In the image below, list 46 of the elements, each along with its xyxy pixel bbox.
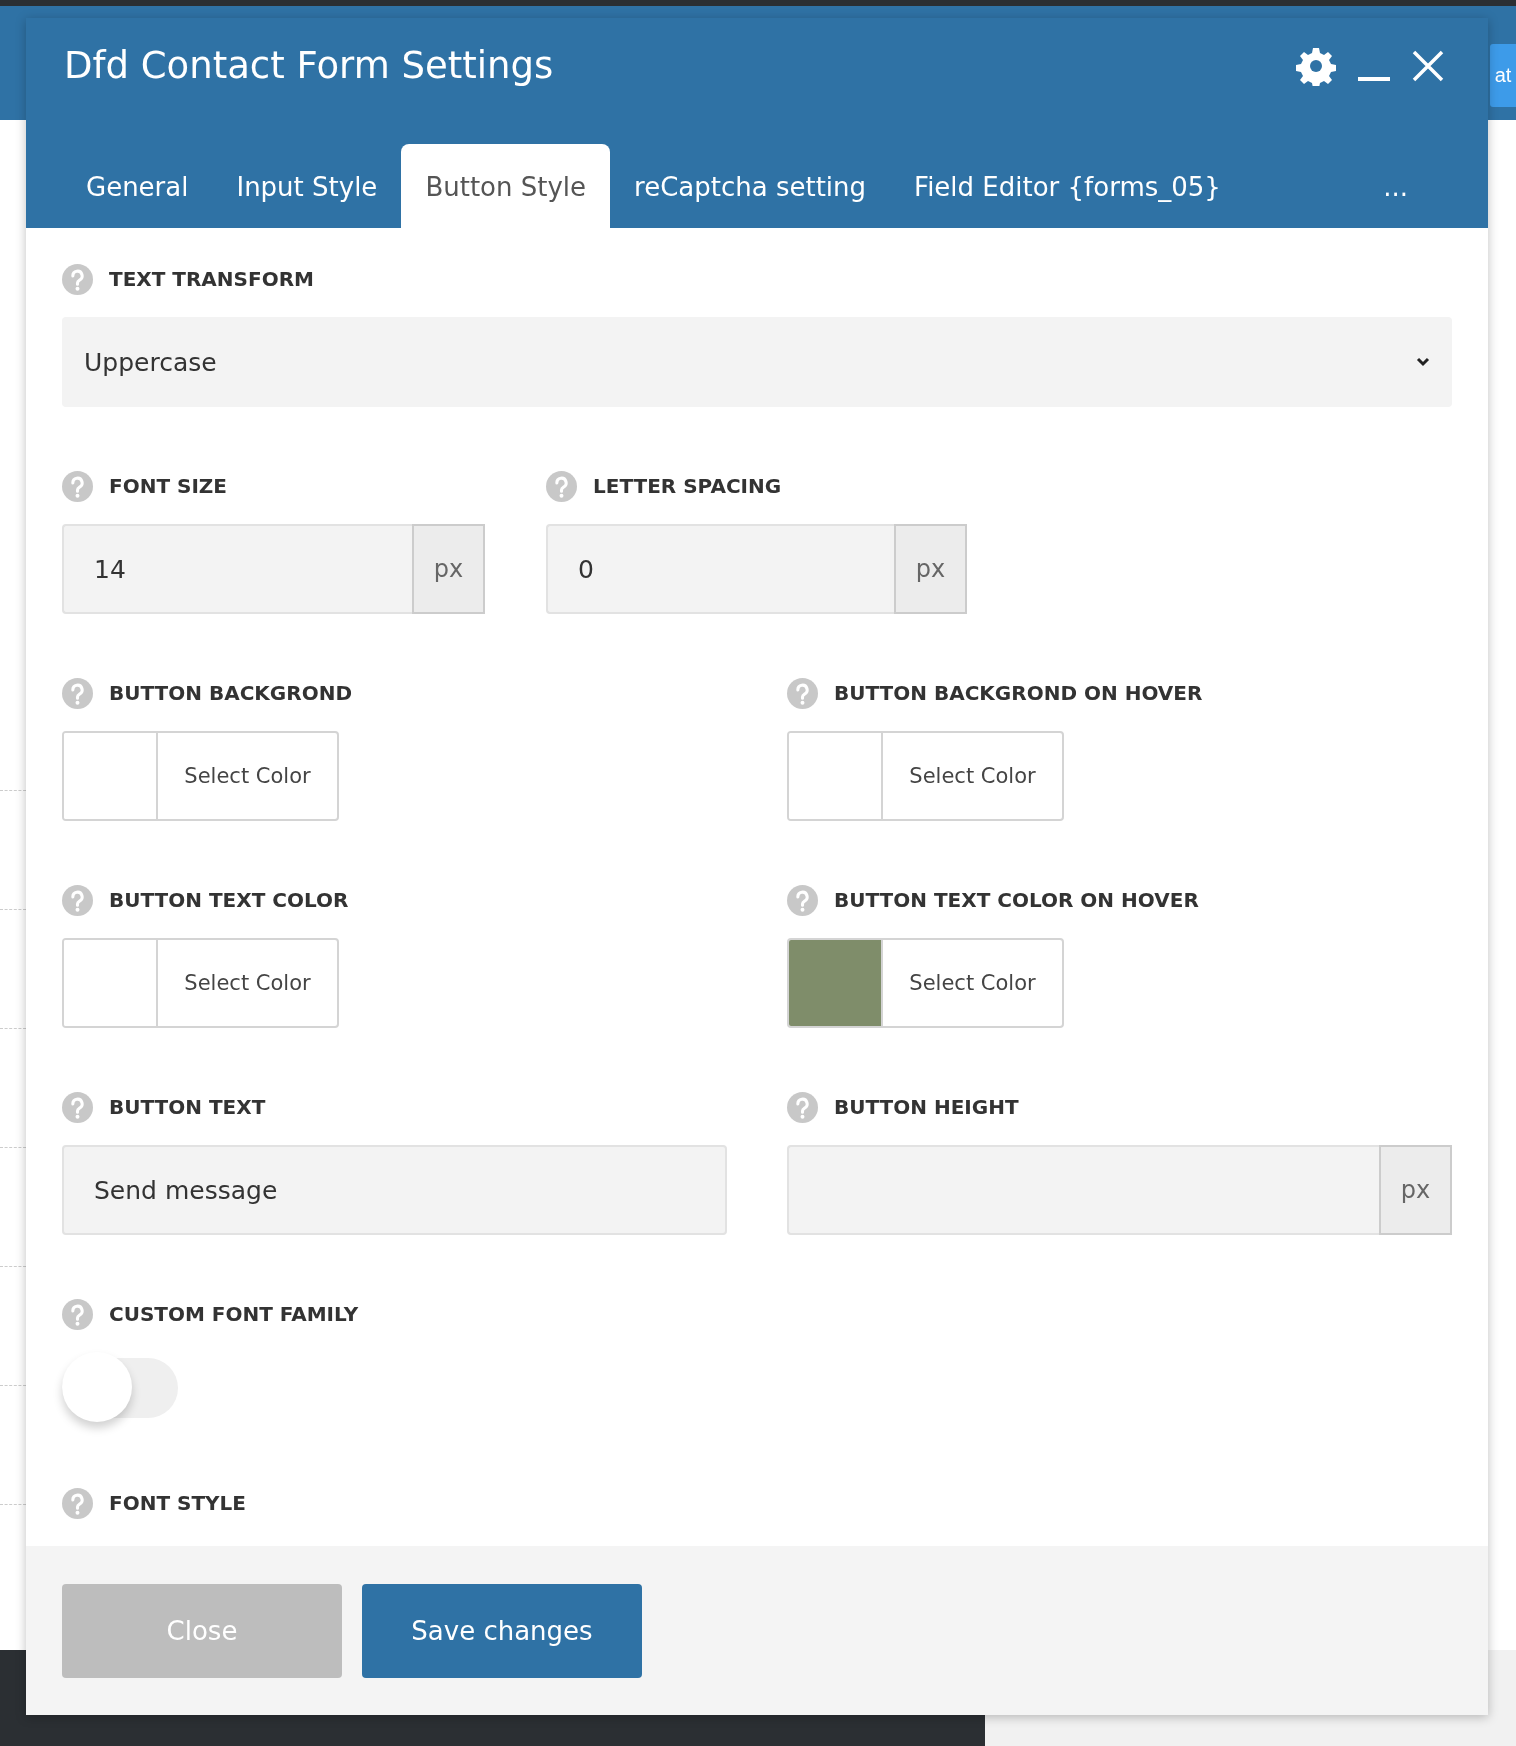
- window-title: Dfd Contact Form Settings: [64, 44, 554, 87]
- input-field[interactable]: 0: [546, 524, 894, 614]
- tab[interactable]: Button Style: [401, 144, 611, 228]
- help-icon: [62, 263, 93, 295]
- field-label: LETTER SPACING: [593, 474, 782, 498]
- field-label: TEXT TRANSFORM: [109, 267, 314, 291]
- help-icon: [62, 1091, 93, 1123]
- help-icon: [787, 1091, 818, 1123]
- help-icon: [62, 884, 93, 916]
- more-tab[interactable]: ...: [1359, 148, 1432, 228]
- toggle-switch[interactable]: [62, 1352, 178, 1424]
- color-picker[interactable]: Select Color: [62, 938, 339, 1028]
- input-field[interactable]: Send message: [62, 1145, 727, 1235]
- field-label: FONT SIZE: [109, 474, 228, 498]
- help-icon: [787, 677, 818, 709]
- tab[interactable]: General: [62, 148, 213, 228]
- tab[interactable]: reCaptcha setting: [610, 148, 891, 228]
- field-label: BUTTON BACKGROND ON HOVER: [834, 681, 1203, 705]
- field-label: BUTTON TEXT: [109, 1095, 266, 1119]
- color-picker[interactable]: Select Color: [62, 731, 339, 821]
- help-icon: [62, 1487, 93, 1519]
- settings-icon[interactable]: [1296, 45, 1336, 86]
- unit-label: px: [412, 524, 485, 614]
- field-label: BUTTON TEXT COLOR ON HOVER: [834, 888, 1199, 912]
- help-icon: [62, 470, 93, 502]
- unit-label: px: [894, 524, 967, 614]
- save-button[interactable]: Save changes: [362, 1583, 642, 1678]
- field-label: FONT STYLE: [109, 1491, 246, 1515]
- field-label: BUTTON BACKGROND: [109, 681, 352, 705]
- color-picker[interactable]: Select Color: [787, 731, 1064, 821]
- input-field[interactable]: 14: [62, 524, 412, 614]
- chevron-down-icon: [1416, 357, 1430, 367]
- input-field[interactable]: [787, 1145, 1379, 1235]
- help-icon: [62, 677, 93, 709]
- close-icon[interactable]: [1412, 49, 1444, 82]
- field-label: CUSTOM FONT FAMILY: [109, 1302, 359, 1326]
- help-icon: [62, 1298, 93, 1330]
- help-icon: [787, 884, 818, 916]
- help-icon: [546, 470, 577, 502]
- color-picker[interactable]: Select Color: [787, 938, 1064, 1028]
- select-field[interactable]: Uppercase: [62, 317, 1452, 407]
- field-label: BUTTON TEXT COLOR: [109, 888, 349, 912]
- field-label: BUTTON HEIGHT: [834, 1095, 1019, 1119]
- tab[interactable]: Field Editor {forms_05}: [890, 148, 1245, 228]
- unit-label: px: [1379, 1145, 1452, 1235]
- tab[interactable]: Input Style: [212, 148, 402, 228]
